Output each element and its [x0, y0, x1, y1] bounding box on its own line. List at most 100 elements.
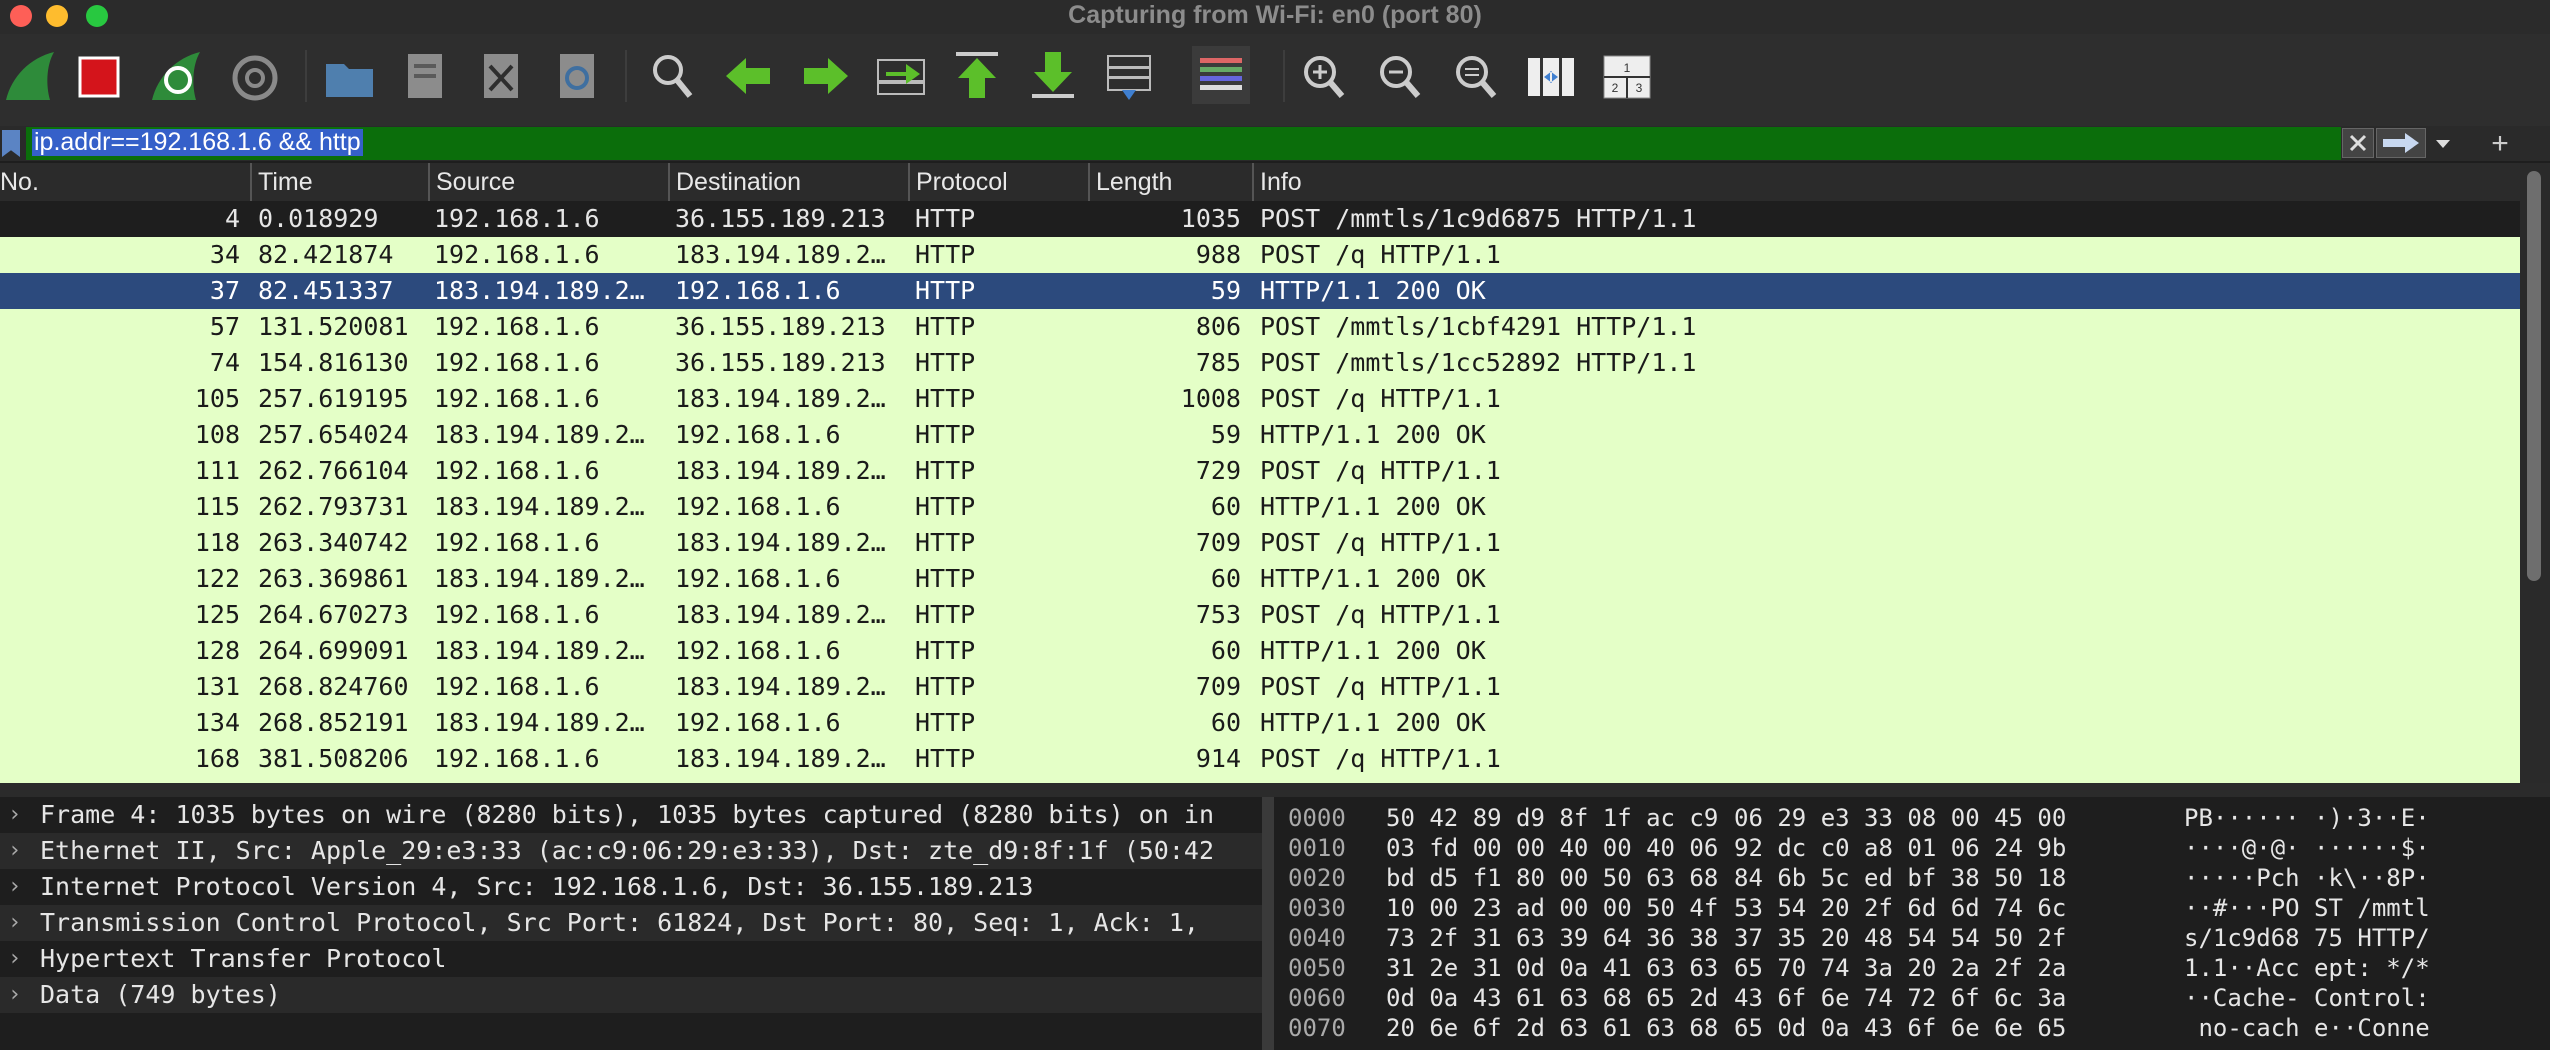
- table-row[interactable]: 4 0.018929 192.168.1.6 36.155.189.213 HTTP 10…: [0, 201, 2520, 237]
- chevron-right-icon[interactable]: ›: [8, 833, 21, 869]
- packet-list-scrollbar[interactable]: [2520, 163, 2550, 783]
- go-back-button[interactable]: [720, 46, 778, 104]
- column-header-protocol[interactable]: Protocol: [908, 163, 1088, 201]
- pane-divider[interactable]: [0, 783, 2550, 797]
- column-header-no[interactable]: No.: [0, 163, 250, 201]
- cell-src: 192.168.1.6: [434, 600, 600, 629]
- scrollbar-thumb[interactable]: [2527, 171, 2541, 581]
- hex-row[interactable]: 0040 73 2f 31 63 39 64 36 38 37 35 20 48 5…: [1274, 923, 2550, 953]
- chevron-right-icon[interactable]: ›: [8, 977, 21, 1013]
- table-row[interactable]: 105 257.619195 192.168.1.6 183.194.189.2… HT…: [0, 381, 2520, 417]
- cell-time: 262.793731: [258, 492, 409, 521]
- column-header-time[interactable]: Time: [250, 163, 428, 201]
- hex-row[interactable]: 0050 31 2e 31 0d 0a 41 63 63 65 70 74 3a 2…: [1274, 953, 2550, 983]
- cell-info: HTTP/1.1 200 OK: [1260, 276, 1486, 305]
- detail-text: Hypertext Transfer Protocol: [40, 944, 447, 973]
- start-capture-button[interactable]: [2, 46, 60, 104]
- chevron-right-icon[interactable]: ›: [8, 941, 21, 977]
- table-row[interactable]: 108 257.654024 183.194.189.2… 192.168.1.6 HT…: [0, 417, 2520, 453]
- hex-row[interactable]: 0030 10 00 23 ad 00 00 50 4f 53 54 20 2f 6…: [1274, 893, 2550, 923]
- cell-len: 60: [1210, 564, 1241, 593]
- go-forward-button[interactable]: [796, 46, 854, 104]
- close-file-button[interactable]: [472, 46, 530, 104]
- table-row[interactable]: 115 262.793731 183.194.189.2… 192.168.1.6 HT…: [0, 489, 2520, 525]
- add-filter-button[interactable]: +: [2484, 126, 2516, 161]
- cell-dst: 183.194.189.2…: [675, 744, 886, 773]
- restart-icon: [152, 52, 200, 100]
- detail-tree-item[interactable]: › Data (749 bytes): [0, 977, 1262, 1013]
- chevron-right-icon[interactable]: ›: [8, 905, 21, 941]
- table-row[interactable]: 118 263.340742 192.168.1.6 183.194.189.2… HT…: [0, 525, 2520, 561]
- filter-bookmark-icon[interactable]: [2, 130, 20, 157]
- detail-tree-item[interactable]: › Frame 4: 1035 bytes on wire (8280 bits)…: [0, 797, 1262, 833]
- detail-tree-item[interactable]: › Transmission Control Protocol, Src Port…: [0, 905, 1262, 941]
- capture-options-button[interactable]: [226, 46, 284, 104]
- colorize-button[interactable]: [1192, 46, 1250, 104]
- packet-details-pane[interactable]: › Frame 4: 1035 bytes on wire (8280 bits)…: [0, 797, 1262, 1050]
- cell-len: 59: [1210, 420, 1241, 449]
- table-row[interactable]: 122 263.369861 183.194.189.2… 192.168.1.6 HT…: [0, 561, 2520, 597]
- cell-proto: HTTP: [915, 744, 976, 773]
- cell-src: 192.168.1.6: [434, 528, 600, 557]
- hex-h1: 20 6e 6f 2d 63 61 63 68: [1386, 1014, 1719, 1042]
- detail-text: Transmission Control Protocol, Src Port:…: [40, 908, 1199, 937]
- zoom-in-button[interactable]: [1294, 46, 1352, 104]
- table-row[interactable]: 37 82.451337 183.194.189.2… 192.168.1.6 HTTP…: [0, 273, 2520, 309]
- resize-columns-button[interactable]: [1522, 46, 1580, 104]
- detail-tree-item[interactable]: › Hypertext Transfer Protocol: [0, 941, 1262, 977]
- restart-capture-button[interactable]: [148, 46, 206, 104]
- display-filter-text[interactable]: ip.addr==192.168.1.6 && http: [32, 129, 363, 156]
- cell-info: HTTP/1.1 200 OK: [1260, 708, 1486, 737]
- column-header-info[interactable]: Info: [1252, 163, 2518, 201]
- hex-row[interactable]: 0070 20 6e 6f 2d 63 61 63 68 65 0d 0a 43 6…: [1274, 1013, 2550, 1043]
- layout-button[interactable]: 12 3: [1598, 46, 1656, 104]
- stop-capture-button[interactable]: [70, 46, 128, 104]
- pane-splitter[interactable]: [1262, 797, 1274, 1050]
- apply-filter-button[interactable]: [2376, 128, 2426, 158]
- cell-no: 57: [209, 312, 240, 341]
- table-row[interactable]: 111 262.766104 192.168.1.6 183.194.189.2… HT…: [0, 453, 2520, 489]
- zoom-out-button[interactable]: [1370, 46, 1428, 104]
- chevron-right-icon[interactable]: ›: [8, 869, 21, 905]
- hex-h1: 0d 0a 43 61 63 68 65 2d: [1386, 984, 1719, 1012]
- table-row[interactable]: 125 264.670273 192.168.1.6 183.194.189.2… HT…: [0, 597, 2520, 633]
- hex-off: 0050: [1288, 954, 1346, 982]
- table-row[interactable]: 34 82.421874 192.168.1.6 183.194.189.2… HTTP…: [0, 237, 2520, 273]
- table-row[interactable]: 168 381.508206 192.168.1.6 183.194.189.2… HT…: [0, 741, 2520, 777]
- go-to-packet-button[interactable]: [872, 46, 930, 104]
- cell-time: 263.340742: [258, 528, 409, 557]
- hex-h1: 50 42 89 d9 8f 1f ac c9: [1386, 804, 1719, 832]
- table-row[interactable]: 74 154.816130 192.168.1.6 36.155.189.213 HTT…: [0, 345, 2520, 381]
- clear-filter-button[interactable]: [2342, 128, 2374, 158]
- auto-scroll-button[interactable]: [1100, 46, 1158, 104]
- column-header-destination[interactable]: Destination: [668, 163, 908, 201]
- open-file-button[interactable]: [320, 46, 378, 104]
- cell-time: 264.699091: [258, 636, 409, 665]
- table-row[interactable]: 134 268.852191 183.194.189.2… 192.168.1.6 HT…: [0, 705, 2520, 741]
- table-row[interactable]: 128 264.699091 183.194.189.2… 192.168.1.6 HT…: [0, 633, 2520, 669]
- chevron-right-icon[interactable]: ›: [8, 797, 21, 833]
- table-row[interactable]: 57 131.520081 192.168.1.6 36.155.189.213 HTT…: [0, 309, 2520, 345]
- reload-file-button[interactable]: [548, 46, 606, 104]
- column-header-source[interactable]: Source: [428, 163, 668, 201]
- find-packet-button[interactable]: [644, 46, 702, 104]
- display-filter-bar: ip.addr==192.168.1.6 && http +: [0, 126, 2550, 161]
- go-first-button[interactable]: [948, 46, 1006, 104]
- hex-h1: bd d5 f1 80 00 50 63 68: [1386, 864, 1719, 892]
- go-last-button[interactable]: [1024, 46, 1082, 104]
- packet-list[interactable]: 4 0.018929 192.168.1.6 36.155.189.213 HTTP 10…: [0, 201, 2520, 783]
- detail-tree-item[interactable]: › Ethernet II, Src: Apple_29:e3:33 (ac:c9…: [0, 833, 1262, 869]
- zoom-normal-button[interactable]: [1446, 46, 1504, 104]
- column-header-length[interactable]: Length: [1088, 163, 1252, 201]
- display-filter-input[interactable]: ip.addr==192.168.1.6 && http: [26, 127, 2341, 160]
- hex-row[interactable]: 0010 03 fd 00 00 40 00 40 06 92 dc c0 a8 0…: [1274, 833, 2550, 863]
- hex-row[interactable]: 0060 0d 0a 43 61 63 68 65 2d 43 6f 6e 74 7…: [1274, 983, 2550, 1013]
- save-file-button[interactable]: [396, 46, 454, 104]
- packet-bytes-pane[interactable]: 0000 50 42 89 d9 8f 1f ac c9 06 29 e3 33 0…: [1274, 797, 2550, 1050]
- hex-row[interactable]: 0020 bd d5 f1 80 00 50 63 68 84 6b 5c ed b…: [1274, 863, 2550, 893]
- hex-row[interactable]: 0000 50 42 89 d9 8f 1f ac c9 06 29 e3 33 0…: [1274, 803, 2550, 833]
- table-row[interactable]: 131 268.824760 192.168.1.6 183.194.189.2… HT…: [0, 669, 2520, 705]
- cell-info: HTTP/1.1 200 OK: [1260, 420, 1486, 449]
- filter-history-dropdown[interactable]: [2428, 128, 2458, 158]
- detail-tree-item[interactable]: › Internet Protocol Version 4, Src: 192.1…: [0, 869, 1262, 905]
